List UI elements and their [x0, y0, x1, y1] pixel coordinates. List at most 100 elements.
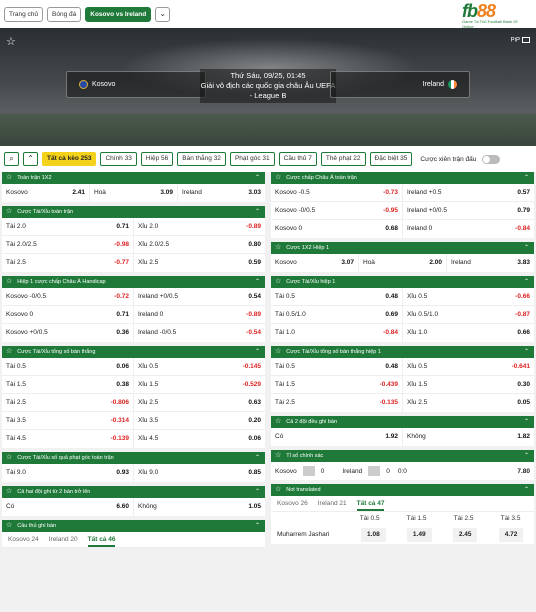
odds-cell[interactable]: Ireland 3.83 — [447, 254, 534, 272]
filter-tab[interactable]: Bàn thắng 32 — [177, 152, 226, 166]
odds-cell[interactable]: Xỉu 2.5 0.05 — [403, 394, 534, 412]
odds-cell[interactable]: Xỉu 0.5/1.0 -0.87 — [403, 306, 534, 323]
chevron-up-icon[interactable]: ⌃ — [255, 520, 260, 532]
market-header[interactable]: Cược 1X2 Hiệp 1 ⌃ — [271, 242, 534, 254]
odds-cell[interactable]: Ireland 3.03 — [178, 184, 265, 202]
odds-cell[interactable]: Xỉu 0.5 -0.66 — [403, 288, 534, 305]
chevron-up-icon[interactable]: ⌃ — [524, 346, 529, 358]
market-header[interactable]: Cược Tài/Xỉu tổng số bàn thắng ⌃ — [2, 346, 265, 358]
odds-cell[interactable]: Kosovo 0 0.68 — [271, 220, 403, 238]
odds-cell[interactable]: Có 1.92 — [271, 428, 403, 446]
filter-tab[interactable]: Cầu thủ 7 — [278, 152, 317, 166]
player-tab[interactable]: Tất cả 46 — [87, 532, 116, 547]
odds-cell[interactable]: Tài 0.5 0.06 — [2, 358, 134, 375]
filter-tab[interactable]: Chính 33 — [100, 152, 137, 166]
market-header[interactable]: Cầu thủ ghi bàn ⌃ — [2, 520, 265, 532]
market-header[interactable]: Tỉ số chính xác ⌃ — [271, 450, 534, 462]
scorer-odds[interactable]: 4.72 — [488, 526, 534, 544]
odds-cell[interactable]: Xỉu 2.5 0.59 — [134, 254, 265, 272]
odds-cell[interactable]: Xỉu 1.5 -0.529 — [134, 376, 265, 393]
odds-cell[interactable]: Hoà 2.00 — [359, 254, 447, 272]
market-header[interactable]: Cả hai đội ghi từ 2 bàn trở lên ⌃ — [2, 486, 265, 498]
odds-cell[interactable]: Xỉu 1.5 0.30 — [403, 376, 534, 393]
chevron-up-icon[interactable]: ⌃ — [255, 276, 260, 288]
filter-tab[interactable]: Thẻ phạt 22 — [320, 152, 366, 166]
odds-cell[interactable]: Ireland -0/0.5 -0.54 — [134, 324, 265, 342]
chevron-up-icon[interactable]: ⌃ — [255, 452, 260, 464]
chevron-up-icon[interactable]: ⌃ — [524, 172, 529, 184]
odds-cell[interactable]: Xỉu 2.5 0.63 — [134, 394, 265, 411]
market-header[interactable]: Cược chấp Châu Á toàn trận ⌃ — [271, 172, 534, 184]
odds-cell[interactable]: Kosovo 3.07 — [271, 254, 359, 272]
odds-cell[interactable]: Tài 2.0/2.5 -0.98 — [2, 236, 134, 253]
odds-cell[interactable]: Kosovo +0/0.5 0.36 — [2, 324, 134, 342]
market-header[interactable]: Cược Tài/Xỉu hiệp 1 ⌃ — [271, 276, 534, 288]
chevron-up-icon[interactable]: ⌃ — [524, 450, 529, 462]
market-header[interactable]: Hiệp 1 cược chấp Châu Á Handicap ⌃ — [2, 276, 265, 288]
market-header[interactable]: Cả 2 đội đều ghi bàn ⌃ — [271, 416, 534, 428]
score-odds[interactable]: 7.80 — [517, 468, 530, 475]
odds-cell[interactable]: Tài 2.5 -0.135 — [271, 394, 403, 412]
odds-cell[interactable]: Xỉu 1.0 0.66 — [403, 324, 534, 342]
score-away-value[interactable]: 0 — [386, 468, 390, 475]
breadcrumb-football[interactable]: Bóng đá — [47, 7, 82, 22]
odds-cell[interactable]: Tài 3.5 -0.314 — [2, 412, 134, 429]
odds-cell[interactable]: Kosovo -0/0.5 -0.72 — [2, 288, 134, 305]
odds-cell[interactable]: Kosovo -0/0.5 -0.95 — [271, 202, 403, 219]
odds-cell[interactable]: Ireland +0/0.5 0.54 — [134, 288, 265, 305]
chevron-up-icon[interactable]: ⌃ — [524, 276, 529, 288]
player-tab[interactable]: Kosovo 24 — [8, 532, 39, 547]
odds-cell[interactable]: Tài 1.5 -0.439 — [271, 376, 403, 393]
odds-cell[interactable]: Không 1.82 — [403, 428, 534, 446]
chevron-up-icon[interactable]: ⌃ — [255, 346, 260, 358]
odds-cell[interactable]: Kosovo -0.5 -0.73 — [271, 184, 403, 201]
scorer-odds[interactable]: 1.08 — [350, 526, 396, 544]
odds-cell[interactable]: Tài 2.5 -0.77 — [2, 254, 134, 272]
player-tab[interactable]: Kosovo 26 — [277, 496, 308, 511]
odds-cell[interactable]: Ireland 0 -0.89 — [134, 306, 265, 323]
chevron-up-icon[interactable]: ⌃ — [524, 242, 529, 254]
chevron-up-icon[interactable]: ⌃ — [524, 416, 529, 428]
odds-cell[interactable]: Xỉu 2.0 -0.89 — [134, 218, 265, 235]
odds-cell[interactable]: Ireland 0 -0.84 — [403, 220, 534, 238]
odds-cell[interactable]: Có 6.60 — [2, 498, 134, 516]
odds-cell[interactable]: Tài 0.5/1.0 0.69 — [271, 306, 403, 323]
market-header[interactable]: Cược Tài/Xỉu số quả phạt góc toàn trận ⌃ — [2, 452, 265, 464]
favorite-star-icon[interactable]: ☆ — [6, 35, 16, 48]
odds-cell[interactable]: Tài 2.0 0.71 — [2, 218, 134, 235]
odds-cell[interactable]: Xỉu 4.5 0.06 — [134, 430, 265, 448]
filter-tab[interactable]: Hiệp 56 — [140, 152, 174, 166]
odds-cell[interactable]: Tài 2.5 -0.806 — [2, 394, 134, 411]
odds-cell[interactable]: Tài 1.0 -0.84 — [271, 324, 403, 342]
odds-cell[interactable]: Tài 0.5 0.48 — [271, 358, 403, 375]
score-decrement-button[interactable] — [302, 466, 315, 476]
chevron-up-icon[interactable]: ⌃ — [524, 484, 529, 496]
filter-tab[interactable]: Tất cả kèo 253 — [42, 152, 97, 166]
odds-cell[interactable]: Tài 4.5 -0.139 — [2, 430, 134, 448]
odds-cell[interactable]: Tài 1.5 0.38 — [2, 376, 134, 393]
filter-tab[interactable]: Phạt góc 31 — [229, 152, 275, 166]
collapse-all-icon[interactable]: ⌃ — [23, 152, 38, 166]
odds-cell[interactable]: Tài 9.0 0.93 — [2, 464, 134, 482]
odds-cell[interactable]: Kosovo 0 0.71 — [2, 306, 134, 323]
chevron-up-icon[interactable]: ⌃ — [255, 172, 260, 184]
market-header[interactable]: Cược Tài/Xỉu toàn trận ⌃ — [2, 206, 265, 218]
odds-cell[interactable]: Kosovo 2.41 — [2, 184, 90, 202]
scorer-odds[interactable]: 2.45 — [442, 526, 488, 544]
odds-cell[interactable]: Ireland +0/0.5 0.79 — [403, 202, 534, 219]
player-tab[interactable]: Ireland 21 — [318, 496, 347, 511]
odds-cell[interactable]: Ireland +0.5 0.57 — [403, 184, 534, 201]
market-header[interactable]: Not translated ⌃ — [271, 484, 534, 496]
chevron-up-icon[interactable]: ⌃ — [255, 206, 260, 218]
score-decrement-button[interactable] — [368, 466, 381, 476]
odds-cell[interactable]: Xỉu 0.5 -0.641 — [403, 358, 534, 375]
breadcrumb-match[interactable]: Kosovo vs Ireland — [85, 7, 152, 22]
parlay-toggle[interactable] — [482, 154, 501, 164]
market-header[interactable]: Cược Tài/Xỉu tổng số bàn thắng hiệp 1 ⌃ — [271, 346, 534, 358]
player-tab[interactable]: Ireland 20 — [49, 532, 78, 547]
odds-cell[interactable]: Không 1.05 — [134, 498, 265, 516]
odds-cell[interactable]: Xỉu 9.0 0.85 — [134, 464, 265, 482]
odds-cell[interactable]: Tài 0.5 0.48 — [271, 288, 403, 305]
odds-cell[interactable]: Xỉu 2.0/2.5 0.80 — [134, 236, 265, 253]
scorer-odds[interactable]: 1.49 — [396, 526, 442, 544]
